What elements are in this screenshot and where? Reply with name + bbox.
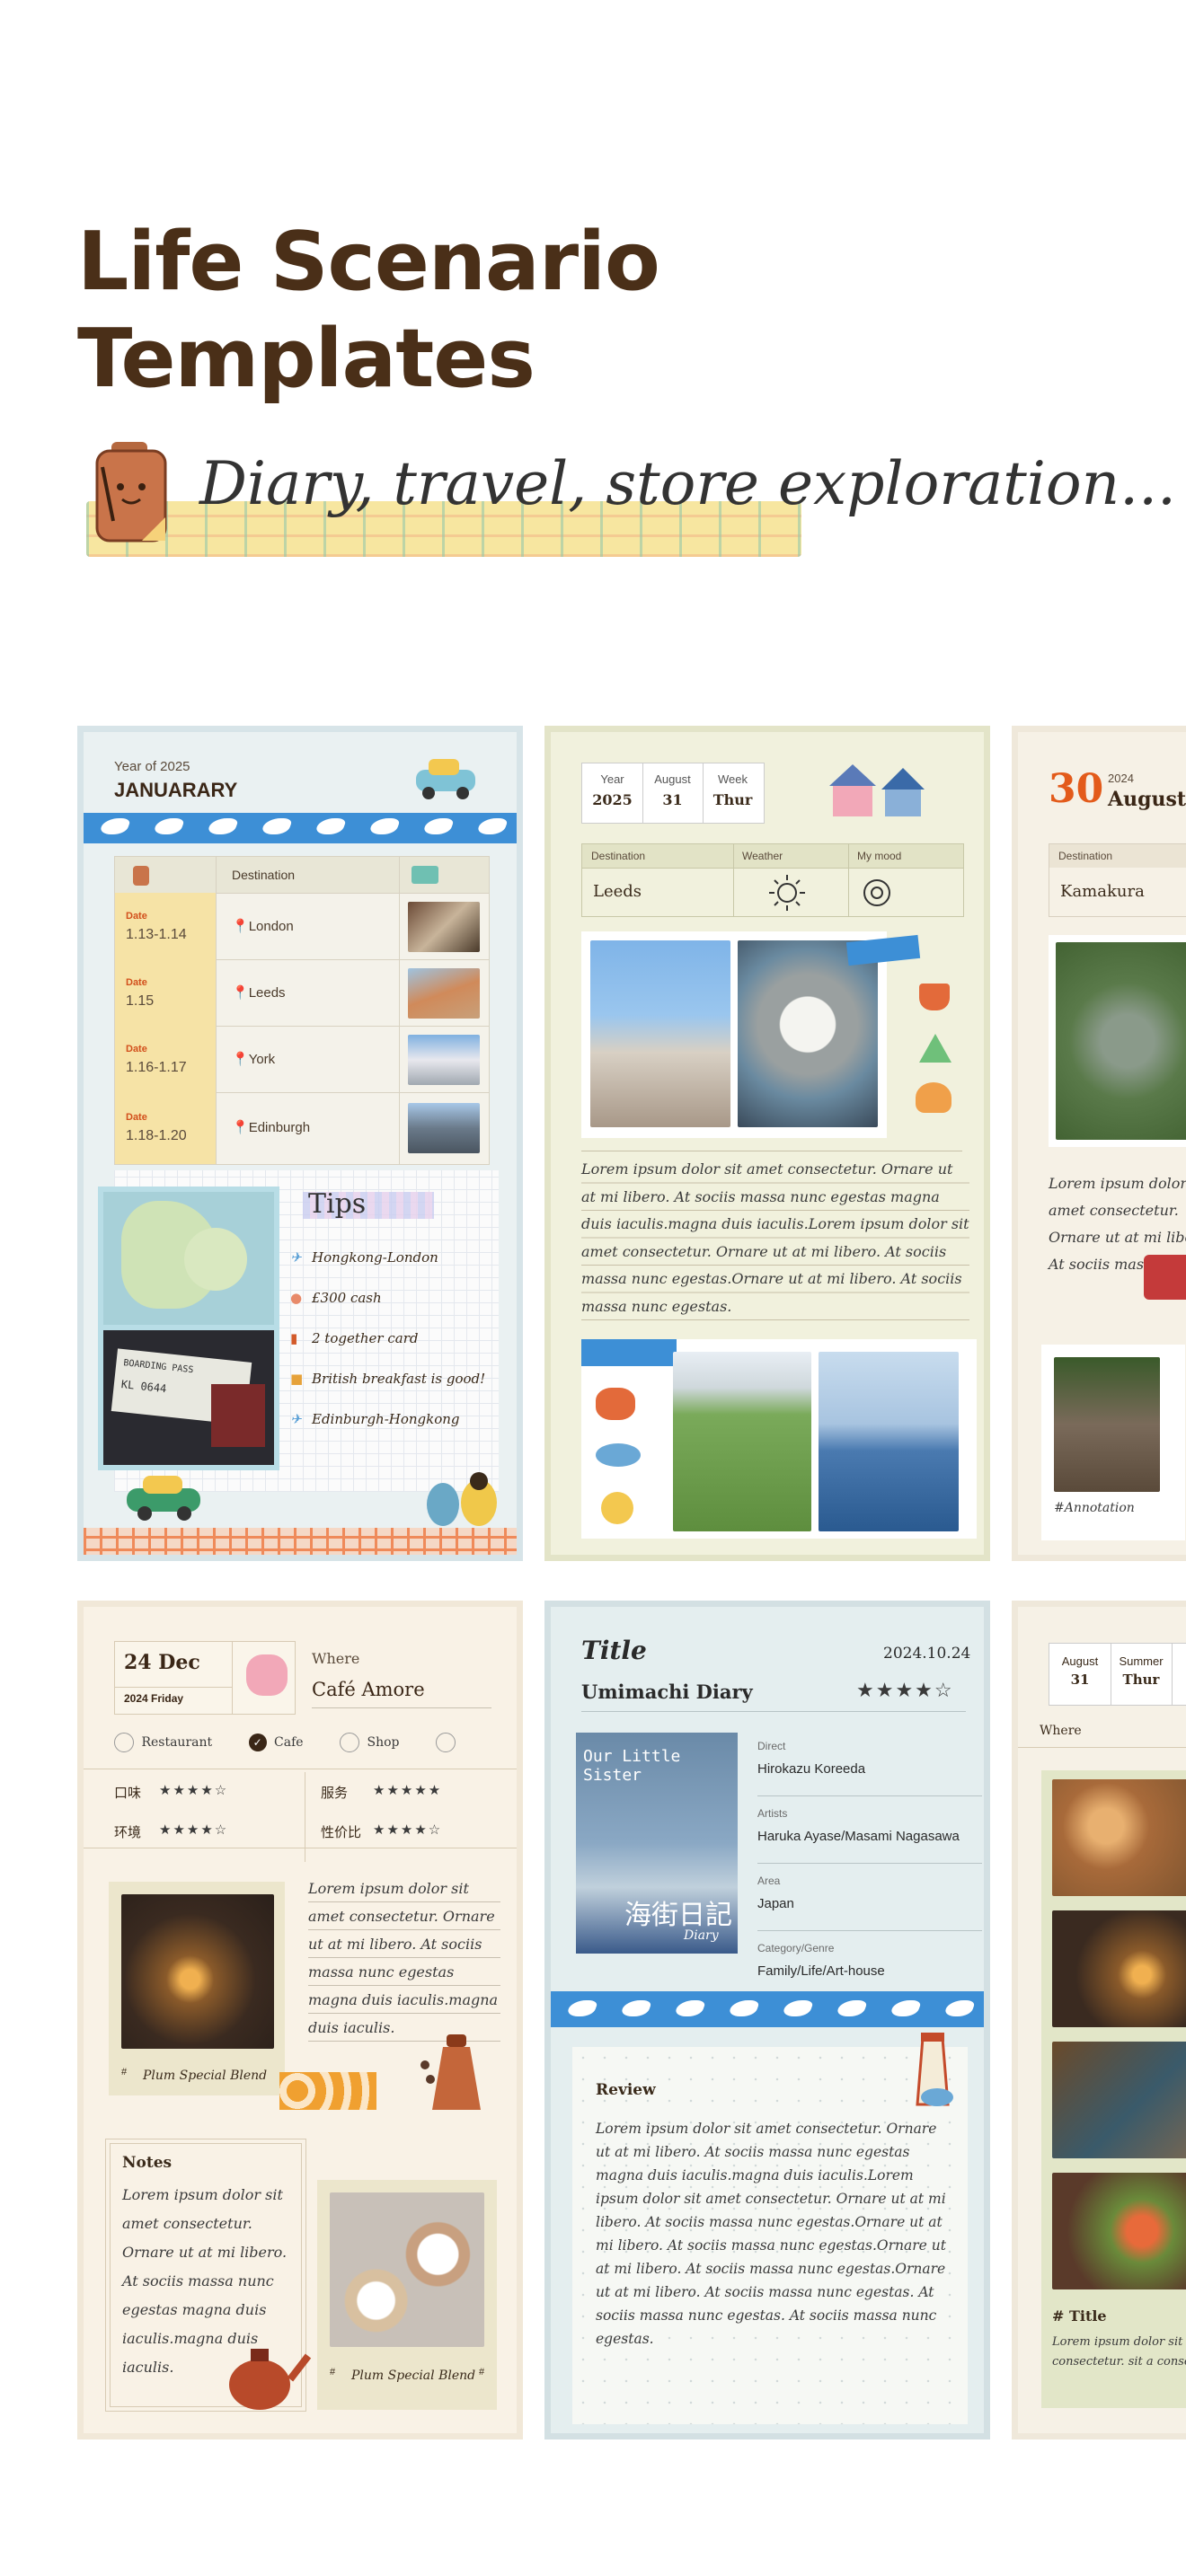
map-photo	[98, 1187, 279, 1330]
lighthouse-icon	[901, 2029, 964, 2114]
photo	[673, 1352, 811, 1531]
page-title: Life Scenario Templates	[77, 215, 660, 406]
onigiri-icon	[919, 1034, 951, 1063]
piggy-icon: ●	[290, 1290, 303, 1306]
year-label: Year of 2025	[114, 759, 190, 774]
radio-restaurant[interactable]	[114, 1733, 134, 1752]
plane-icon: ✈	[290, 1249, 302, 1266]
date-box: August 31 Summer Thur	[1049, 1643, 1186, 1706]
notebook-icon	[93, 440, 169, 544]
moon-icon	[601, 1492, 633, 1524]
tips-list: ✈ Hongkong-London ● £300 cash ▮ 2 together …	[290, 1249, 486, 1427]
photo	[408, 1103, 480, 1153]
ratings: 口味 ★★★★☆ 服务 ★★★★★ 环境 ★★★★☆ 性价比 ★★★★☆	[114, 1772, 509, 1873]
itinerary-table: Destination Date 1.13-1.14 📍London Date …	[114, 856, 490, 1165]
photo	[408, 968, 480, 1019]
photo	[408, 1035, 480, 1085]
book-icon	[412, 866, 438, 884]
cafe-body: Lorem ipsum dolor sit amet consectetur. …	[308, 1875, 500, 2042]
category-options: Restaurant ✓ Cafe Shop	[114, 1733, 500, 1760]
movie-rating: ★★★★☆	[856, 1679, 954, 1701]
photo	[1056, 942, 1186, 1140]
travelers-icon	[416, 1469, 506, 1536]
luggage-icon	[133, 866, 149, 886]
info-table: Destination Weather My mood Leeds	[581, 843, 964, 917]
movie-fields: Direct Hirokazu Koreeda Artists Haruka A…	[757, 1740, 982, 1998]
photo	[1052, 1910, 1186, 2027]
photo	[1052, 2042, 1186, 2158]
table-row[interactable]: Date 1.16-1.17 📍York	[115, 1026, 489, 1093]
travel-card[interactable]: Year of 2025 JANUARARY Destination Date …	[77, 726, 523, 1561]
photo	[408, 902, 480, 952]
card-icon: ▮	[290, 1330, 298, 1346]
plane-icon: ✈	[290, 1411, 302, 1427]
boarding-pass-photo: BOARDING PASS KL 0644	[98, 1325, 279, 1470]
tips-title: Tips	[308, 1188, 367, 1220]
radio-other[interactable]	[435, 1733, 456, 1752]
photo-title: # Title	[1052, 2307, 1107, 2325]
bread-icon	[916, 1082, 951, 1113]
diary-body: Lorem ipsum dolor sit amet consectetur. …	[581, 1156, 969, 1320]
destination-value: Kamakura	[1060, 882, 1145, 901]
kettle-icon	[215, 2334, 314, 2420]
radio-cafe[interactable]: ✓	[248, 1734, 267, 1751]
journal-card[interactable]: 30 2024 August Destination Kamakura Lore…	[1012, 726, 1186, 1561]
table-row[interactable]: Date 1.13-1.14 📍London	[115, 893, 489, 960]
photo	[1052, 1779, 1186, 1896]
plaid-strip	[84, 1528, 517, 1555]
movie-title: Umimachi Diary	[581, 1681, 753, 1703]
day-number: 30	[1049, 766, 1104, 812]
bird-strip	[84, 813, 517, 843]
destination-header: Destination	[232, 868, 296, 882]
photo	[330, 2192, 484, 2347]
houses-icon	[820, 759, 937, 826]
month-label: August	[1108, 788, 1186, 811]
tagline: Diary, travel, store exploration...	[199, 449, 1177, 518]
movie-poster: Our Little Sister 海街日記 Diary	[576, 1733, 738, 1954]
date-box: 24 Dec 2024 Friday	[114, 1641, 296, 1715]
date-box: Year 2025 August 31 Week Thur	[581, 763, 765, 824]
car-icon	[407, 752, 488, 807]
photo	[738, 940, 878, 1127]
whale-icon	[596, 1443, 641, 1467]
photo	[121, 1894, 274, 2049]
photo	[1054, 1357, 1160, 1492]
train-icon	[1144, 1255, 1186, 1300]
bird-strip	[551, 1991, 984, 2027]
photo	[1052, 2173, 1186, 2289]
mood-icon	[861, 877, 893, 913]
review-body: Lorem ipsum dolor sit amet consectetur. …	[596, 2121, 946, 2347]
car-icon	[119, 1469, 218, 1527]
annotation: #Annotation	[1054, 1501, 1135, 1515]
sun-icon	[767, 873, 807, 917]
table-row[interactable]: Date 1.15 📍Leeds	[115, 959, 489, 1027]
diary-card[interactable]: Year 2025 August 31 Week Thur Destinatio…	[544, 726, 990, 1561]
table-row[interactable]: Date 1.18-1.20 📍Edinburgh	[115, 1092, 489, 1164]
cafe-card[interactable]: 24 Dec 2024 Friday Where Café Amore Rest…	[77, 1601, 523, 2439]
coffee-pot-icon	[416, 2029, 497, 2123]
destination-value: Leeds	[593, 882, 642, 901]
title-label: Title	[581, 1636, 647, 1665]
entry-date: 2024.10.24	[883, 1645, 971, 1663]
month-title: JANUARARY	[114, 779, 238, 801]
photo	[590, 940, 730, 1127]
tea-icon	[596, 1388, 635, 1420]
photo	[819, 1352, 959, 1531]
where-value: Café Amore	[312, 1679, 425, 1700]
orange-tape	[279, 2072, 376, 2110]
radio-shop[interactable]	[340, 1733, 360, 1752]
coffee-icon	[919, 984, 950, 1010]
movie-card[interactable]: Title 2024.10.24 Umimachi Diary ★★★★☆ Ou…	[544, 1601, 990, 2439]
bakery-card[interactable]: August 31 Summer Thur Where # Title Lore…	[1012, 1601, 1186, 2439]
cake-icon	[246, 1654, 288, 1696]
toast-icon: ■	[290, 1371, 304, 1387]
